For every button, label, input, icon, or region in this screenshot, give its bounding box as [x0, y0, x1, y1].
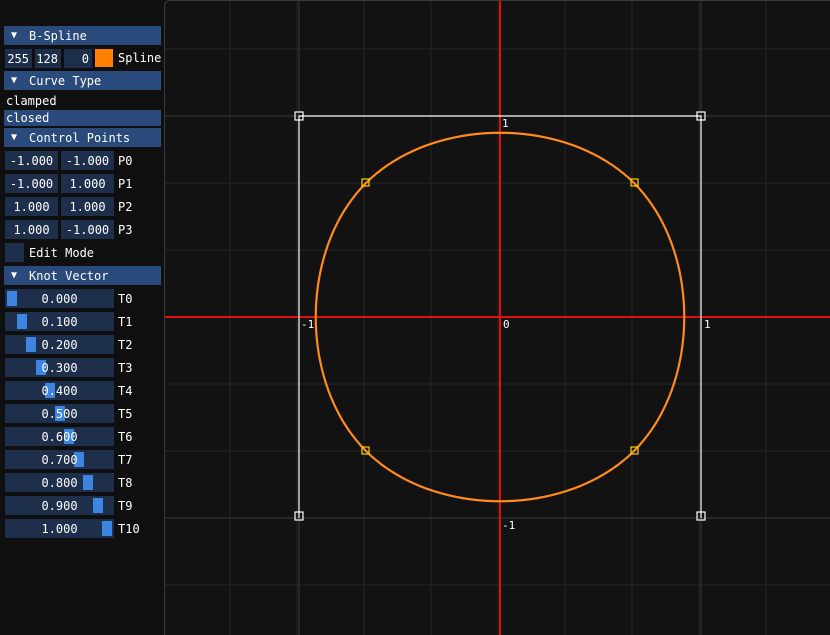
x-axis-label-pos: 1 [704, 318, 711, 331]
p2-y-field[interactable]: 1.000 [61, 197, 114, 216]
p3-y-field[interactable]: -1.000 [61, 220, 114, 239]
knot-label: T2 [118, 338, 133, 352]
knot-value: 0.600 [41, 429, 78, 444]
control-points-header-label: Control Points [29, 130, 131, 145]
knot-value: 0.700 [41, 452, 78, 467]
p1-y-field[interactable]: 1.000 [61, 174, 114, 193]
knot-slider-t3[interactable]: 0.300 [5, 358, 114, 377]
p0-y-field[interactable]: -1.000 [61, 151, 114, 170]
knot-slider-t8[interactable]: 0.800 [5, 473, 114, 492]
p2-x-field[interactable]: 1.000 [5, 197, 58, 216]
curve-viewport[interactable]: 1 -1 -1 1 0 [164, 0, 830, 635]
x-axis-label-neg: -1 [301, 318, 314, 331]
bspline-header[interactable]: ▼ B-Spline [4, 26, 161, 45]
edit-mode-label: Edit Mode [29, 246, 95, 260]
p3-x-field[interactable]: 1.000 [5, 220, 58, 239]
collapse-arrow-icon: ▼ [11, 270, 18, 281]
knot-value: 0.400 [41, 383, 78, 398]
curve-plot[interactable]: 1 -1 -1 1 0 [165, 1, 830, 635]
knot-slider-t10[interactable]: 1.000 [5, 519, 114, 538]
collapse-arrow-icon: ▼ [11, 132, 18, 143]
curve-type-header[interactable]: ▼ Curve Type [4, 71, 161, 90]
collapse-arrow-icon: ▼ [11, 75, 18, 86]
curve-type-option-closed[interactable]: closed [4, 110, 161, 126]
knot-label: T6 [118, 430, 133, 444]
bspline-header-label: B-Spline [29, 28, 87, 43]
edit-mode-checkbox[interactable] [5, 243, 24, 262]
knot-value: 0.100 [41, 314, 78, 329]
knot-value: 0.800 [41, 475, 78, 490]
knot-value: 1.000 [41, 521, 78, 536]
y-axis-label-neg: -1 [502, 519, 515, 532]
curve-type-header-label: Curve Type [29, 73, 102, 88]
p2-label: P2 [118, 200, 133, 214]
knot-label: T10 [118, 522, 140, 536]
sidebar: ▼ B-Spline 255 128 0 Spline ▼ Curve Type… [0, 0, 164, 635]
color-swatch[interactable] [95, 49, 113, 67]
knot-label: T3 [118, 361, 133, 375]
collapse-arrow-icon: ▼ [11, 30, 18, 41]
color-label: Spline [118, 51, 162, 65]
knot-value: 0.300 [41, 360, 78, 375]
knot-value: 0.200 [41, 337, 78, 352]
knot-label: T0 [118, 292, 133, 306]
color-b-field[interactable]: 0 [64, 49, 92, 68]
knot-slider-t4[interactable]: 0.400 [5, 381, 114, 400]
knot-slider-t7[interactable]: 0.700 [5, 450, 114, 469]
knot-slider-t9[interactable]: 0.900 [5, 496, 114, 515]
knot-label: T9 [118, 499, 133, 513]
control-points-header[interactable]: ▼ Control Points [4, 128, 161, 147]
p0-x-field[interactable]: -1.000 [5, 151, 58, 170]
knot-value: 0.500 [41, 406, 78, 421]
color-g-field[interactable]: 128 [35, 49, 61, 68]
knot-label: T5 [118, 407, 133, 421]
curve-type-option-clamped[interactable]: clamped [6, 94, 57, 108]
knot-value: 0.000 [41, 291, 78, 306]
knot-label: T7 [118, 453, 133, 467]
knot-label: T4 [118, 384, 133, 398]
knot-label: T1 [118, 315, 133, 329]
color-r-field[interactable]: 255 [5, 49, 32, 68]
knot-slider-t5[interactable]: 0.500 [5, 404, 114, 423]
knot-value: 0.900 [41, 498, 78, 513]
p3-label: P3 [118, 223, 133, 237]
p1-x-field[interactable]: -1.000 [5, 174, 58, 193]
knot-vector-header[interactable]: ▼ Knot Vector [4, 266, 161, 285]
knot-slider-t2[interactable]: 0.200 [5, 335, 114, 354]
knot-vector-header-label: Knot Vector [29, 268, 109, 283]
knot-slider-t0[interactable]: 0.000 [5, 289, 114, 308]
knot-slider-t6[interactable]: 0.600 [5, 427, 114, 446]
y-axis-label-pos: 1 [502, 117, 509, 130]
origin-label: 0 [503, 318, 510, 331]
curve-type-option-closed-label: closed [6, 111, 50, 125]
knot-label: T8 [118, 476, 133, 490]
p1-label: P1 [118, 177, 133, 191]
p0-label: P0 [118, 154, 133, 168]
knot-slider-t1[interactable]: 0.100 [5, 312, 114, 331]
